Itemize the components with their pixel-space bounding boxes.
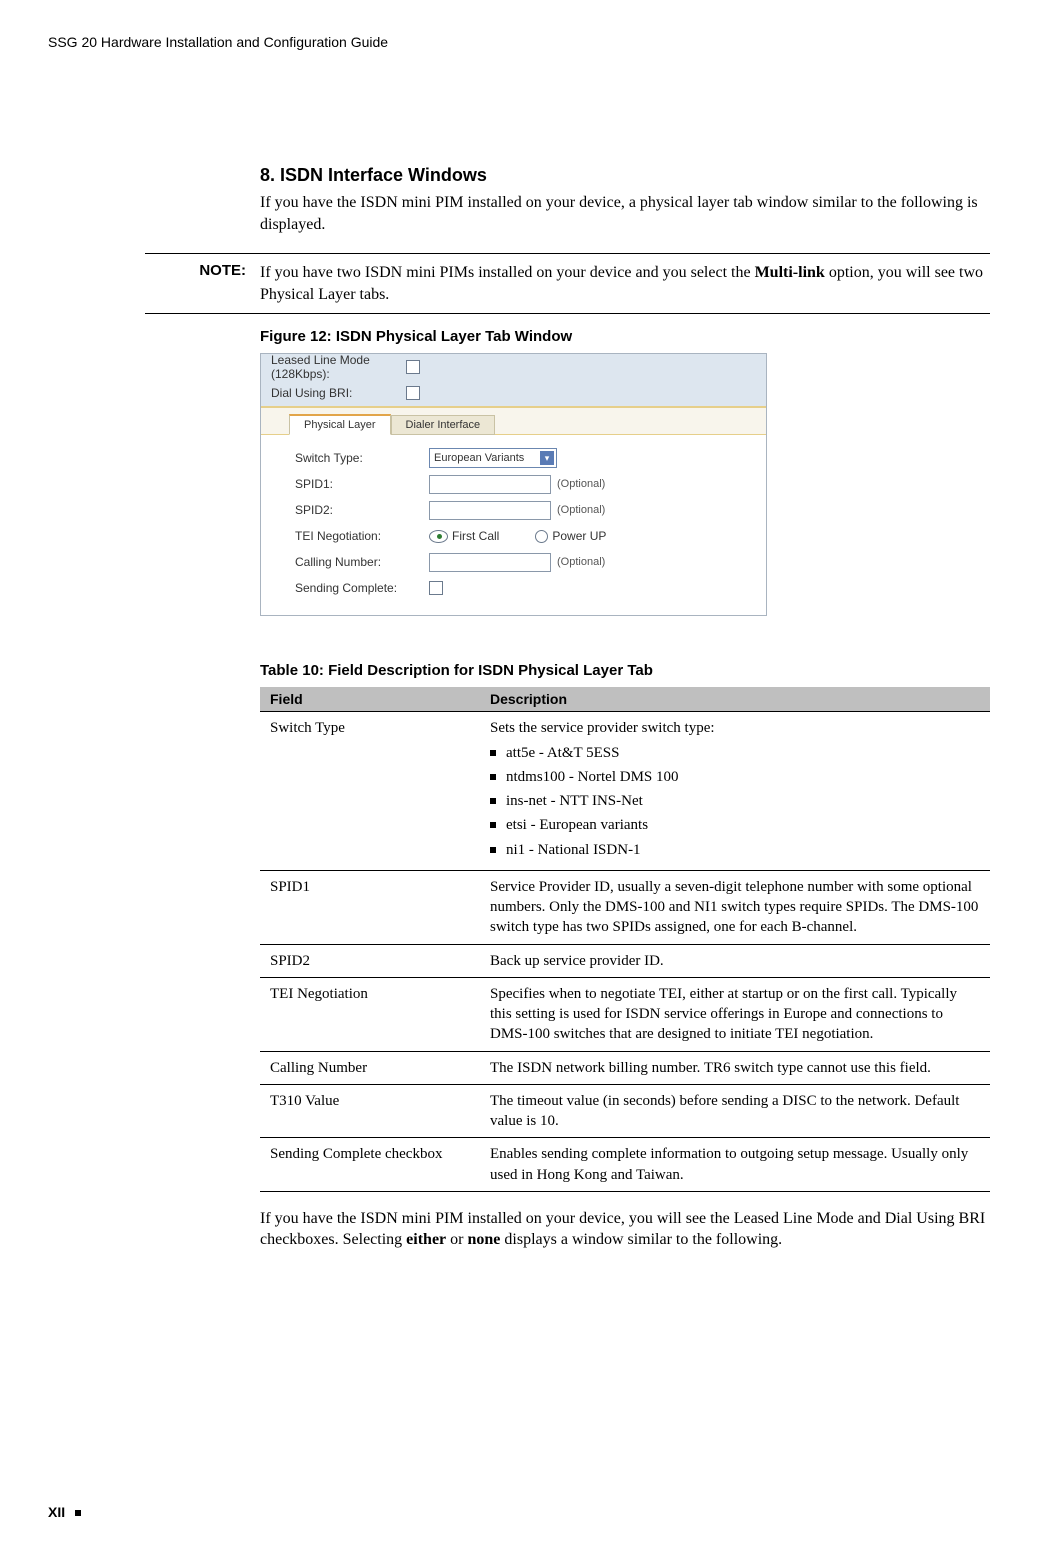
closing-c: displays a window similar to the followi…	[500, 1231, 782, 1248]
page-number: XII	[48, 1504, 65, 1520]
list-item: ntdms100 - Nortel DMS 100	[490, 767, 980, 787]
spid1-label: SPID1:	[295, 477, 429, 491]
tei-first-call-radio[interactable]	[429, 530, 448, 543]
spid1-input[interactable]	[429, 475, 551, 494]
dial-using-checkbox[interactable]	[406, 386, 420, 400]
switch-type-label: Switch Type:	[295, 451, 429, 465]
tei-power-up-radio[interactable]	[535, 530, 548, 543]
switch-type-value: European Variants	[434, 452, 524, 464]
list-item: ins-net - NTT INS-Net	[490, 791, 980, 811]
closing-b1: either	[406, 1231, 446, 1248]
cell-desc: Enables sending complete information to …	[480, 1138, 990, 1192]
cell-field: Calling Number	[260, 1051, 480, 1084]
cell-desc: Specifies when to negotiate TEI, either …	[480, 977, 990, 1051]
chevron-down-icon: ▾	[540, 451, 554, 465]
dial-using-label: Dial Using BRI:	[271, 386, 406, 400]
table-header-row: Field Description	[260, 687, 990, 712]
table-row: SPID1 Service Provider ID, usually a sev…	[260, 870, 990, 944]
calling-number-optional: (Optional)	[557, 556, 605, 568]
figure-caption: Figure 12: ISDN Physical Layer Tab Windo…	[260, 328, 990, 345]
spid2-label: SPID2:	[295, 503, 429, 517]
tei-label: TEI Negotiation:	[295, 529, 429, 543]
cell-desc: The ISDN network billing number. TR6 swi…	[480, 1051, 990, 1084]
table-row: TEI Negotiation Specifies when to negoti…	[260, 977, 990, 1051]
table-row: Calling Number The ISDN network billing …	[260, 1051, 990, 1084]
list-item: ni1 - National ISDN-1	[490, 840, 980, 860]
leased-line-checkbox[interactable]	[406, 360, 420, 374]
closing-mid: or	[446, 1231, 467, 1248]
table-caption: Table 10: Field Description for ISDN Phy…	[260, 662, 990, 679]
section-title: 8. ISDN Interface Windows	[260, 165, 990, 186]
cell-field: TEI Negotiation	[260, 977, 480, 1051]
leased-line-label: Leased Line Mode (128Kbps):	[271, 353, 406, 381]
note-label: NOTE:	[145, 262, 260, 305]
note-text: If you have two ISDN mini PIMs installed…	[260, 262, 990, 305]
running-header: SSG 20 Hardware Installation and Configu…	[48, 34, 990, 50]
cell-desc: Service Provider ID, usually a seven-dig…	[480, 870, 990, 944]
table-row: SPID2 Back up service provider ID.	[260, 944, 990, 977]
leased-line-a: Leased Line Mode	[271, 353, 370, 367]
tei-power-up-text: Power UP	[552, 529, 606, 543]
calling-number-label: Calling Number:	[295, 555, 429, 569]
cell-field: T310 Value	[260, 1084, 480, 1138]
tab-dialer-interface[interactable]: Dialer Interface	[391, 415, 496, 435]
sending-complete-label: Sending Complete:	[295, 581, 429, 595]
isdn-screenshot: Leased Line Mode (128Kbps): Dial Using B…	[260, 353, 767, 616]
table-row: Sending Complete checkbox Enables sendin…	[260, 1138, 990, 1192]
table-row: Switch Type Sets the service provider sw…	[260, 712, 990, 871]
list-item: att5e - At&T 5ESS	[490, 743, 980, 763]
leased-line-b: (128Kbps):	[271, 367, 330, 381]
cell-field: Sending Complete checkbox	[260, 1138, 480, 1192]
note-text-a: If you have two ISDN mini PIMs installed…	[260, 264, 755, 281]
cell-desc: The timeout value (in seconds) before se…	[480, 1084, 990, 1138]
th-description: Description	[480, 687, 990, 712]
spid1-optional: (Optional)	[557, 478, 605, 490]
list-item: etsi - European variants	[490, 815, 980, 835]
intro-paragraph: If you have the ISDN mini PIM installed …	[260, 192, 990, 235]
footer-square-icon	[75, 1510, 81, 1516]
spid2-input[interactable]	[429, 501, 551, 520]
row0-intro: Sets the service provider switch type:	[490, 720, 715, 736]
field-description-table: Field Description Switch Type Sets the s…	[260, 687, 990, 1192]
closing-b2: none	[467, 1231, 500, 1248]
switch-type-select[interactable]: European Variants ▾	[429, 448, 557, 468]
page-footer: XII	[48, 1504, 81, 1520]
cell-field: SPID2	[260, 944, 480, 977]
spid2-optional: (Optional)	[557, 504, 605, 516]
cell-desc: Back up service provider ID.	[480, 944, 990, 977]
note-bold: Multi-link	[755, 264, 825, 281]
closing-paragraph: If you have the ISDN mini PIM installed …	[260, 1208, 990, 1251]
cell-field: Switch Type	[260, 712, 480, 871]
note-block: NOTE: If you have two ISDN mini PIMs ins…	[145, 253, 990, 314]
calling-number-input[interactable]	[429, 553, 551, 572]
sending-complete-checkbox[interactable]	[429, 581, 443, 595]
cell-desc: Sets the service provider switch type: a…	[480, 712, 990, 871]
tab-physical-layer[interactable]: Physical Layer	[289, 414, 391, 435]
tei-first-call-text: First Call	[452, 529, 499, 543]
table-row: T310 Value The timeout value (in seconds…	[260, 1084, 990, 1138]
th-field: Field	[260, 687, 480, 712]
cell-field: SPID1	[260, 870, 480, 944]
